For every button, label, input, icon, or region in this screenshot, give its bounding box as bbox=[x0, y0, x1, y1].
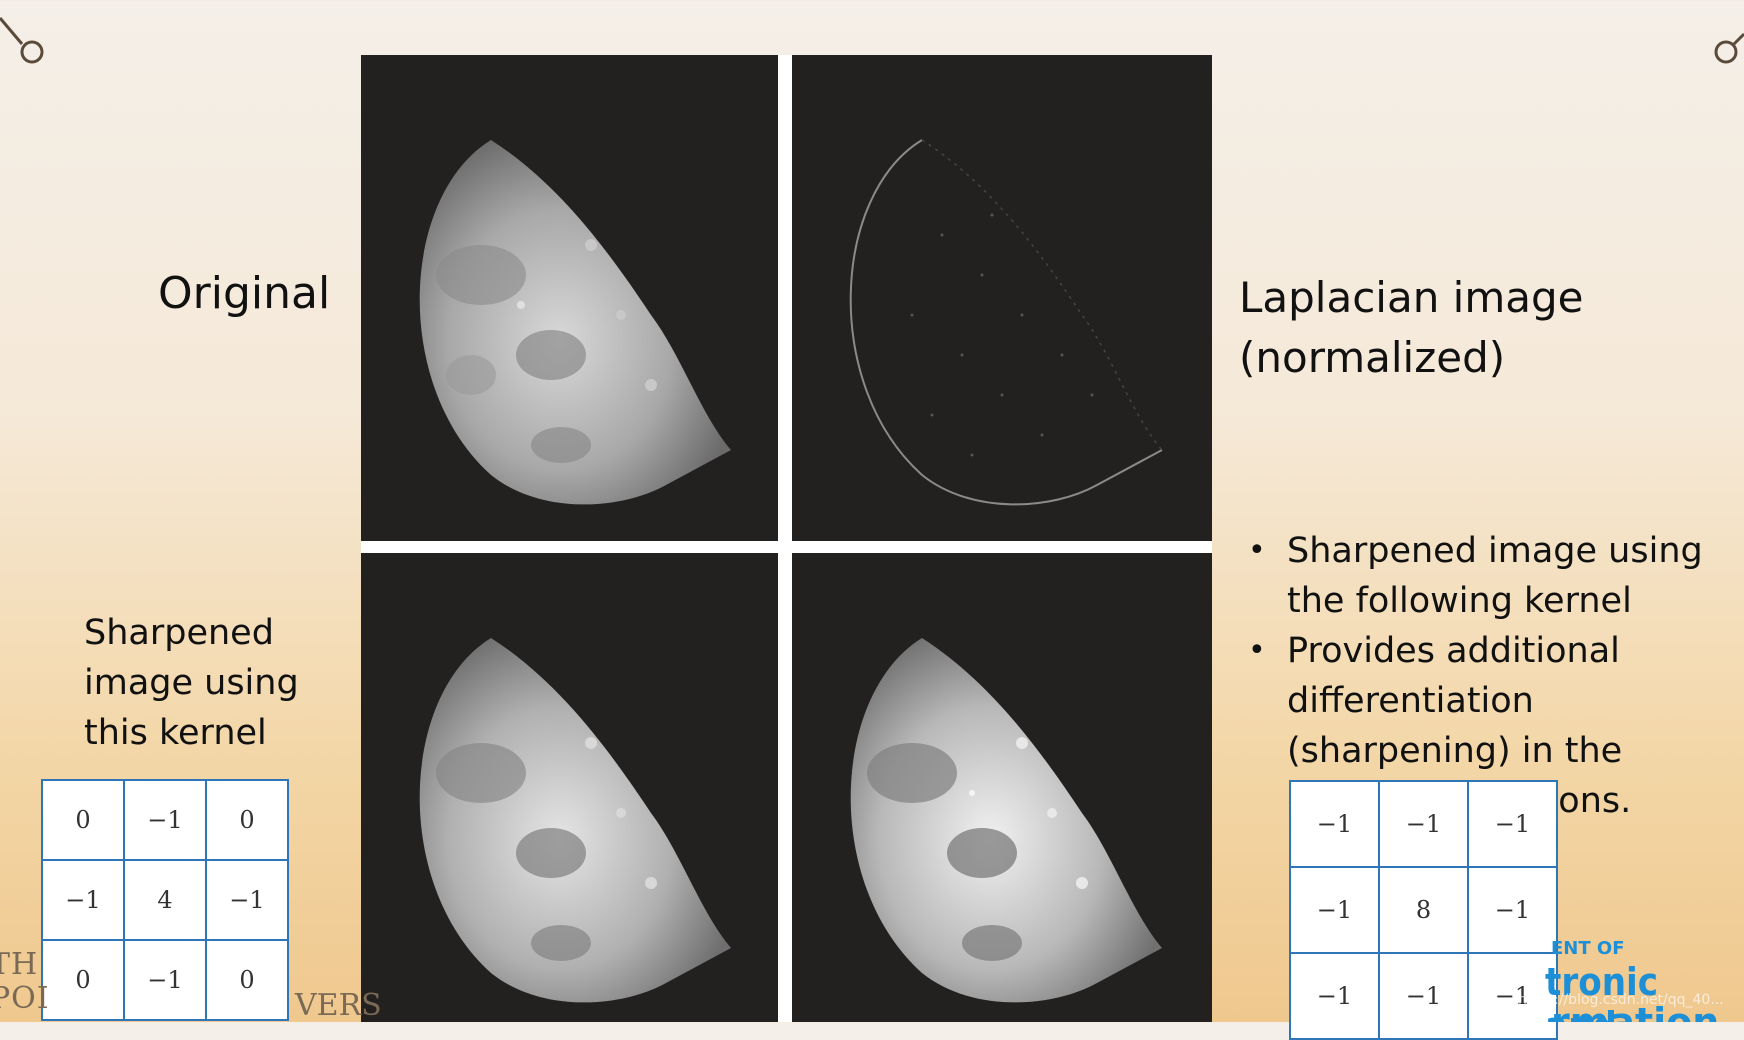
corner-hook-decoration-left bbox=[0, 17, 44, 64]
sharpened-label-line3: this kernel bbox=[84, 713, 267, 753]
bullet-item: Sharpened image using the following kern… bbox=[1248, 526, 1744, 626]
slide: Original Laplacian image (normalized) Sh… bbox=[0, 0, 1744, 1040]
university-name-fragment-2: VERS bbox=[295, 988, 382, 1023]
kernel-cell: −1 bbox=[1289, 866, 1380, 954]
kernel-row: −1 −1 −1 bbox=[1289, 952, 1558, 1040]
kernel-cell: −1 bbox=[123, 939, 207, 1021]
kernel-cell: −1 bbox=[1289, 952, 1380, 1040]
source-watermark: https://blog.csdn.net/qq_40... bbox=[1518, 992, 1724, 1008]
sharpened-label-line1: Sharpened bbox=[84, 613, 274, 653]
laplacian-moon-image bbox=[792, 55, 1212, 541]
sharpened-moon-image-8-kernel bbox=[792, 553, 1212, 1022]
kernel-cell: 0 bbox=[41, 779, 125, 861]
sharpened-label: Sharpened image using this kernel bbox=[84, 608, 299, 758]
department-logo: ENT OF tronic and rmation bbox=[1545, 938, 1744, 1022]
kernel-cell: 0 bbox=[205, 779, 289, 861]
kernel-cell: −1 bbox=[1467, 780, 1558, 868]
kernel-cell: −1 bbox=[1467, 866, 1558, 954]
kernel-row: 0 −1 0 bbox=[41, 939, 289, 1021]
kernel-cell: −1 bbox=[205, 859, 289, 941]
footer-line1: TH bbox=[0, 947, 39, 982]
moon-image-grid bbox=[361, 55, 1212, 1022]
footer-line2: POI bbox=[0, 981, 50, 1016]
laplacian-label-line1: Laplacian image bbox=[1239, 273, 1584, 322]
kernel-cell: −1 bbox=[41, 859, 125, 941]
sharpened-label-line2: image using bbox=[84, 663, 299, 703]
sharpened-moon-image-4-kernel bbox=[361, 553, 778, 1022]
laplacian-kernel-4-table: 0 −1 0 −1 4 −1 0 −1 0 bbox=[41, 779, 289, 1021]
kernel-cell: 0 bbox=[205, 939, 289, 1021]
kernel-cell: 4 bbox=[123, 859, 207, 941]
original-label: Original bbox=[158, 268, 331, 319]
university-name-fragment: TH POI bbox=[0, 948, 50, 1016]
corner-hook-decoration-right bbox=[1714, 32, 1744, 64]
kernel-row: −1 4 −1 bbox=[41, 859, 289, 941]
laplacian-label-line2: (normalized) bbox=[1239, 333, 1506, 382]
kernel-cell: −1 bbox=[1378, 780, 1469, 868]
kernel-cell: −1 bbox=[1378, 952, 1469, 1040]
laplacian-label: Laplacian image (normalized) bbox=[1239, 268, 1584, 388]
kernel-row: 0 −1 0 bbox=[41, 779, 289, 861]
kernel-row: −1 8 −1 bbox=[1289, 866, 1558, 954]
kernel-cell: −1 bbox=[1289, 780, 1380, 868]
kernel-cell: −1 bbox=[123, 779, 207, 861]
kernel-row: −1 −1 −1 bbox=[1289, 780, 1558, 868]
logo-line1: ENT OF bbox=[1551, 938, 1625, 959]
kernel-cell: 8 bbox=[1378, 866, 1469, 954]
kernel-cell: 0 bbox=[41, 939, 125, 1021]
original-moon-image bbox=[361, 55, 778, 541]
